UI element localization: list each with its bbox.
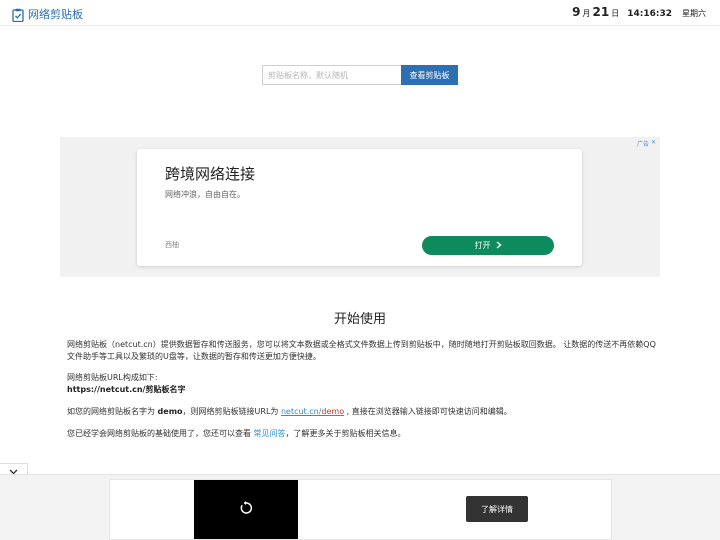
ad-card[interactable]: 跨境网络连接 网络冲浪，自由自在。 西柚 打开 <box>137 149 582 266</box>
replay-icon[interactable] <box>239 500 253 519</box>
faq-prefix: 您已经学会网络剪贴板的基础使用了，您还可以查看 <box>67 429 254 438</box>
clipboard-name-input[interactable] <box>262 65 401 85</box>
view-clipboard-button[interactable]: 查看剪贴板 <box>401 65 458 85</box>
bottom-ad[interactable]: 了解详情 <box>109 479 612 540</box>
example-suffix: , 直接在浏览器输入链接即可快速访问和编辑。 <box>344 407 512 416</box>
ad-subtitle: 网络冲浪，自由自在。 <box>165 190 245 199</box>
month-label: 月 <box>582 9 591 18</box>
ad-open-label: 打开 <box>474 241 491 250</box>
site-logo[interactable]: 网络剪贴板 <box>12 6 83 23</box>
close-icon[interactable]: ✕ <box>651 139 656 148</box>
ad-label: 广告 <box>636 141 649 148</box>
top-header: 网络剪贴板 9 月 21 日 14:16:32 星期六 <box>0 0 720 26</box>
date-month: 9 <box>572 5 581 19</box>
example-link[interactable]: netcut.cn/demo <box>281 407 344 416</box>
site-name: 网络剪贴板 <box>28 8 83 21</box>
date-time-display: 9 月 21 日 14:16:32 星期六 <box>572 5 706 19</box>
example-name: demo <box>157 407 183 416</box>
example-mid: ，则网络剪贴板链接URL为 <box>182 407 281 416</box>
ad-video[interactable] <box>194 480 298 539</box>
intro-paragraph: 网络剪贴板（netcut.cn）提供数据暂存和传送服务，您可以将文本数据或全格式… <box>67 340 656 361</box>
bottom-ad-bar: 了解详情 <box>0 474 720 540</box>
url-structure: 网络剪贴板URL构成如下: https://netcut.cn/剪贴板名字 <box>67 372 657 396</box>
day-label: 日 <box>611 9 620 18</box>
ad-banner: 广告 ✕ 跨境网络连接 网络冲浪，自由自在。 西柚 打开 <box>60 137 660 277</box>
url-intro: 网络剪贴板URL构成如下: <box>67 373 158 382</box>
ad-title: 跨境网络连接 <box>165 165 256 183</box>
faq-paragraph: 您已经学会网络剪贴板的基础使用了，您还可以查看 常见问答，了解更多关于剪贴板相关… <box>67 428 657 440</box>
faq-link[interactable]: 常见问答 <box>254 429 286 438</box>
weekday: 星期六 <box>682 9 706 18</box>
example-prefix: 如您的网络剪贴板名字为 <box>67 407 158 416</box>
example-link-path: demo <box>321 407 345 416</box>
clipboard-icon <box>12 7 24 23</box>
chevron-right-icon <box>496 240 502 251</box>
ad-mark[interactable]: 广告 ✕ <box>637 139 656 148</box>
clock-time: 14:16:32 <box>627 9 672 19</box>
section-heading: 开始使用 <box>333 312 386 327</box>
ad-open-button[interactable]: 打开 <box>422 236 554 255</box>
ad-brand: 西柚 <box>165 241 179 249</box>
url-pattern: https://netcut.cn/剪贴板名字 <box>67 385 186 394</box>
clipboard-search: 查看剪贴板 <box>262 65 458 85</box>
example-link-host: netcut.cn/ <box>280 407 322 416</box>
example-paragraph: 如您的网络剪贴板名字为 demo，则网络剪贴板链接URL为 netcut.cn/… <box>67 406 657 418</box>
date-day: 21 <box>592 5 610 19</box>
faq-suffix: ，了解更多关于剪贴板相关信息。 <box>285 429 406 438</box>
learn-more-button[interactable]: 了解详情 <box>466 496 528 522</box>
